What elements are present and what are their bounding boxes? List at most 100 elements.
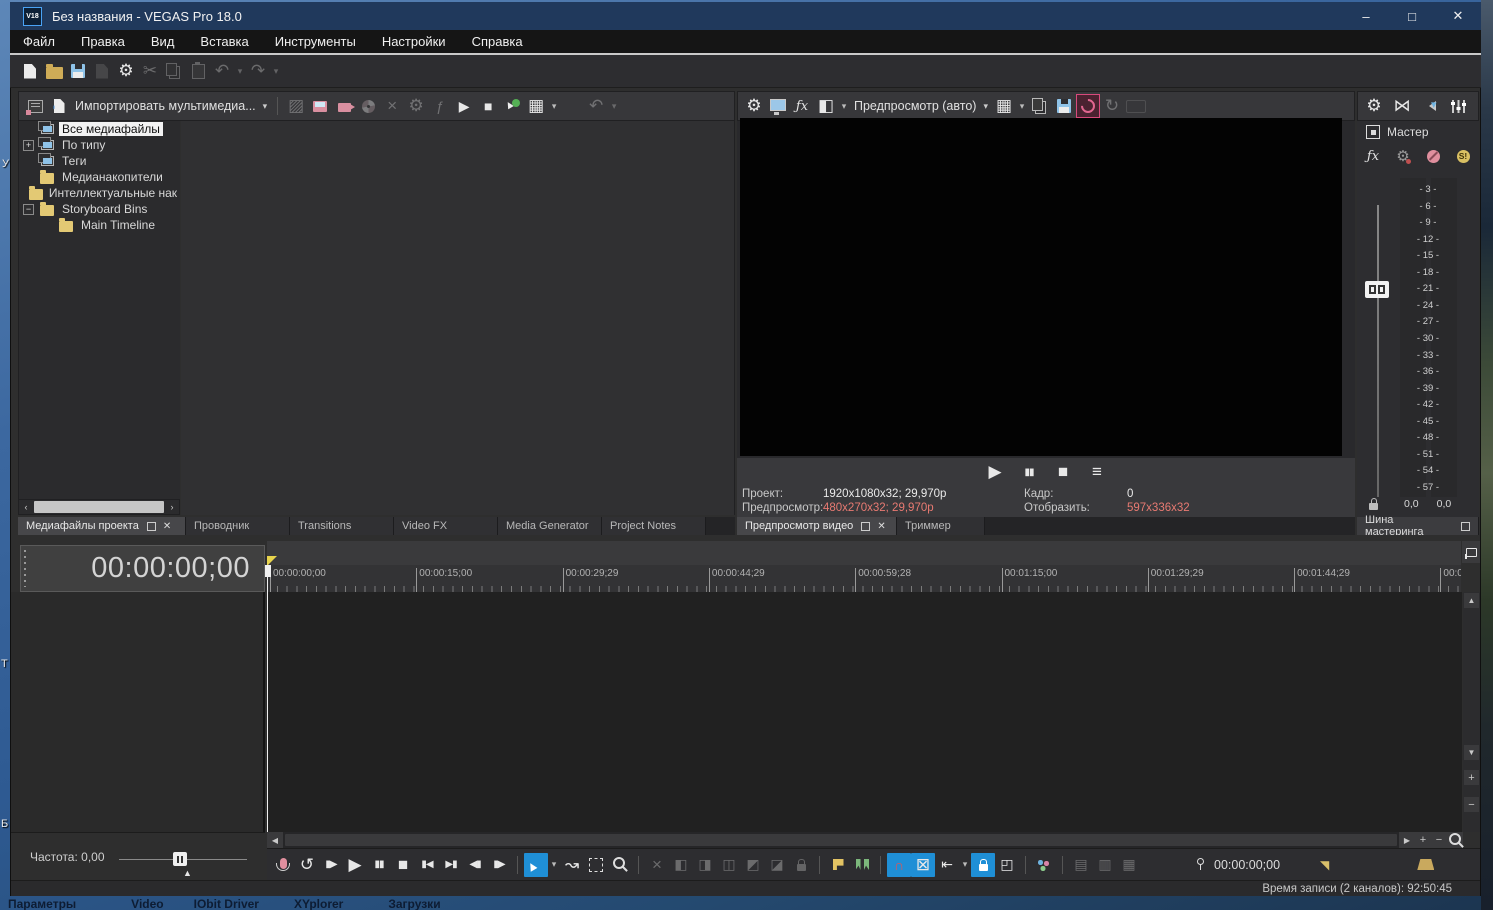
new-bin-button[interactable] bbox=[23, 94, 47, 118]
tree-item-все-медиафайлы[interactable]: Все медиафайлы bbox=[19, 121, 180, 137]
remove-media-button[interactable]: × bbox=[380, 94, 404, 118]
preview-play-button[interactable]: ▶ bbox=[983, 460, 1007, 484]
trim-start-button[interactable]: ◧ bbox=[669, 853, 693, 877]
render-as-button[interactable] bbox=[90, 59, 114, 83]
maximize-button[interactable]: □ bbox=[1389, 2, 1435, 30]
snap-button[interactable] bbox=[887, 852, 911, 877]
mixer-routing-button[interactable]: ▤ bbox=[1069, 853, 1093, 877]
mixer-view-button[interactable] bbox=[1446, 94, 1470, 118]
auto-ripple-dropdown[interactable]: ▾ bbox=[959, 853, 971, 877]
open-project-button[interactable] bbox=[42, 59, 66, 83]
redo-dropdown[interactable]: ▾ bbox=[270, 59, 282, 83]
taskbar-item[interactable]: Параметры bbox=[8, 897, 76, 910]
record-button[interactable] bbox=[271, 853, 295, 877]
playhead-cap[interactable] bbox=[265, 565, 271, 577]
slide-button[interactable]: ◩ bbox=[741, 853, 765, 877]
undock-icon[interactable] bbox=[1461, 521, 1470, 531]
insert-region-button[interactable] bbox=[850, 853, 874, 877]
slip-button[interactable]: ◫ bbox=[717, 853, 741, 877]
capture-video-button[interactable] bbox=[332, 94, 356, 118]
zoom-tool-button[interactable] bbox=[1447, 832, 1463, 848]
normal-edit-tool[interactable] bbox=[524, 852, 548, 877]
mute-button[interactable] bbox=[1421, 144, 1445, 168]
import-media-icon[interactable] bbox=[47, 94, 71, 118]
zoom-edit-tool[interactable] bbox=[608, 853, 632, 877]
preview-tab-предпросмотр-видео[interactable]: Предпросмотр видео ✕ bbox=[737, 517, 897, 535]
selection-edit-tool[interactable] bbox=[584, 853, 608, 877]
overlays-button[interactable]: ▦ bbox=[992, 94, 1016, 118]
auto-crossfade-button[interactable]: ⊠ bbox=[911, 852, 935, 877]
go-to-end-button[interactable]: ▶▮ bbox=[439, 853, 463, 877]
taskbar-item[interactable]: IObit Driver bbox=[194, 897, 259, 910]
master-settings-button[interactable]: ⚙ bbox=[1362, 94, 1386, 118]
media-tab-медиафайлы-проекта[interactable]: Медиафайлы проекта ✕ bbox=[18, 517, 186, 535]
video-preview-area[interactable] bbox=[740, 118, 1342, 456]
timeline-ruler[interactable]: 00:00:00;00 00:00:15;00 00:00:29;29 00:00:4… bbox=[267, 565, 1461, 592]
undo-dropdown[interactable]: ▾ bbox=[234, 59, 246, 83]
video-output-fx-button[interactable]: ƒx bbox=[790, 94, 814, 118]
scroll-right-icon[interactable]: › bbox=[165, 502, 179, 512]
timeline-vscrollbar[interactable] bbox=[1463, 592, 1480, 832]
capture-screen-button[interactable] bbox=[308, 94, 332, 118]
zoom-out-button[interactable]: − bbox=[1431, 832, 1447, 848]
media-tab-transitions[interactable]: Transitions bbox=[290, 517, 394, 535]
loop-playback-button[interactable]: ↺ bbox=[295, 853, 319, 877]
menu-файл[interactable]: Файл bbox=[10, 30, 68, 53]
paste-button[interactable] bbox=[186, 59, 210, 83]
tree-item-storyboard-bins[interactable]: − Storyboard Bins bbox=[19, 201, 180, 217]
media-tab-project-notes[interactable]: Project Notes bbox=[602, 517, 706, 535]
close-tab-icon[interactable]: ✕ bbox=[163, 521, 171, 532]
copy-button[interactable] bbox=[162, 59, 186, 83]
view-360-button[interactable]: ↻ bbox=[1100, 94, 1124, 118]
tree-item-по-типу[interactable]: + По типу bbox=[19, 137, 180, 153]
track-list-area[interactable] bbox=[11, 592, 265, 832]
media-tree-scrollbar[interactable]: ‹ › bbox=[18, 499, 180, 515]
media-tab-проводник[interactable]: Проводник bbox=[186, 517, 290, 535]
undock-icon[interactable] bbox=[146, 521, 156, 531]
drag-handle[interactable] bbox=[24, 550, 26, 587]
media-tab-media-generator[interactable]: Media Generator bbox=[498, 517, 602, 535]
undock-icon[interactable] bbox=[861, 521, 871, 531]
timeline-track-area[interactable] bbox=[267, 592, 1462, 832]
redo-button[interactable]: ↷ bbox=[246, 59, 270, 83]
menu-инструменты[interactable]: Инструменты bbox=[262, 30, 369, 53]
view-mode-dropdown[interactable]: ▾ bbox=[548, 94, 560, 118]
solo-button[interactable]: S! bbox=[1451, 144, 1475, 168]
view-mode-button[interactable]: ▦ bbox=[524, 94, 548, 118]
preview-tab-триммер[interactable]: Триммер bbox=[897, 517, 985, 535]
group-button[interactable] bbox=[1032, 853, 1056, 877]
media-offline-button[interactable]: ▨ bbox=[284, 94, 308, 118]
scroll-down-button[interactable]: ▼ bbox=[1464, 745, 1479, 760]
search-media-button[interactable] bbox=[560, 94, 584, 118]
undo-button[interactable]: ↶ bbox=[210, 59, 234, 83]
tab-mastering-bus[interactable]: Шина мастеринга bbox=[1357, 514, 1479, 538]
scrollbar-thumb[interactable] bbox=[34, 501, 164, 513]
split-screen-button[interactable]: ◧ bbox=[814, 94, 838, 118]
taskbar-item[interactable]: XYplorer bbox=[294, 897, 343, 910]
trim-end-button[interactable]: ◨ bbox=[693, 853, 717, 877]
minimize-button[interactable]: – bbox=[1343, 2, 1389, 30]
insert-bus-button[interactable]: ⋈ bbox=[1390, 94, 1414, 118]
preview-settings-button[interactable]: ⚙ bbox=[742, 94, 766, 118]
media-undo-button[interactable]: ↶ bbox=[584, 94, 608, 118]
import-media-button[interactable]: Импортировать мультимедиа... ▾ bbox=[71, 99, 271, 113]
go-to-start-button[interactable]: ▮◀ bbox=[415, 853, 439, 877]
tree-item-теги[interactable]: Теги bbox=[19, 153, 180, 169]
scroll-left-button[interactable]: ◀ bbox=[267, 832, 283, 848]
play-button[interactable]: ▶ bbox=[343, 853, 367, 877]
media-fx-button[interactable]: ƒ bbox=[428, 94, 452, 118]
tree-toggle-icon[interactable]: + bbox=[23, 139, 34, 151]
menu-вставка[interactable]: Вставка bbox=[187, 30, 261, 53]
timeline-hscrollbar[interactable]: ◀ ▶ + − bbox=[267, 832, 1463, 848]
scroll-up-button[interactable]: ▲ bbox=[1464, 593, 1479, 608]
scroll-right-button[interactable]: ▶ bbox=[1399, 832, 1415, 848]
media-tab-video-fx[interactable]: Video FX bbox=[394, 517, 498, 535]
tree-toggle-icon[interactable]: − bbox=[23, 203, 34, 215]
extract-audio-button[interactable] bbox=[356, 94, 380, 118]
play-from-start-button[interactable]: ▮▶ bbox=[319, 853, 343, 877]
taskbar-item[interactable]: Загрузки bbox=[388, 897, 440, 910]
rate-slider-handle[interactable] bbox=[173, 852, 187, 866]
auto-ripple-button[interactable]: ⇤ bbox=[935, 853, 959, 877]
close-tab-icon[interactable]: ✕ bbox=[877, 521, 885, 532]
overlays-dropdown[interactable]: ▾ bbox=[1016, 94, 1028, 118]
